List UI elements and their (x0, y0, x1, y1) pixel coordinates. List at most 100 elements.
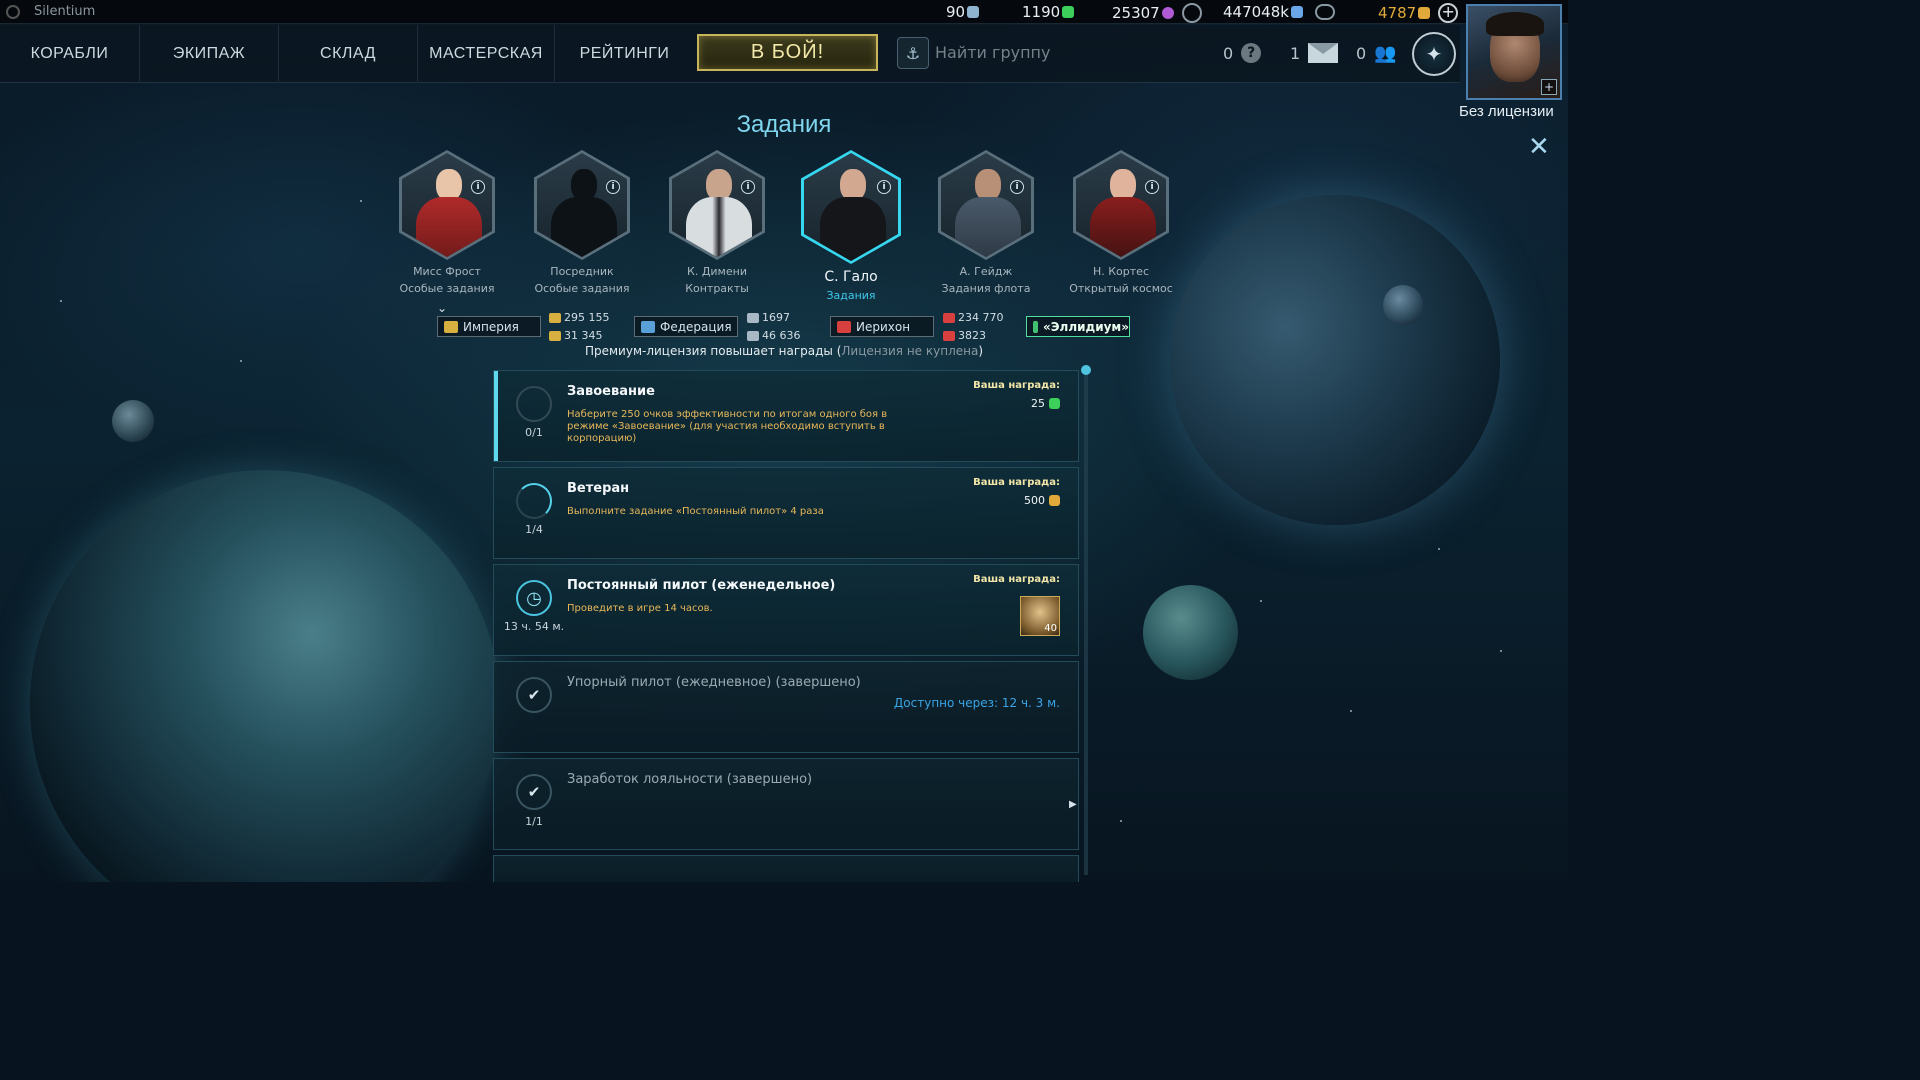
info-icon[interactable]: i (471, 180, 485, 194)
green-leaf-icon (1062, 6, 1075, 18)
star (60, 300, 62, 302)
faction-empire[interactable]: Империя (437, 316, 541, 337)
chevron-down-icon[interactable]: ⌄ (437, 301, 447, 315)
agent-card-selected[interactable]: i С. Гало Задания (786, 150, 916, 302)
agent-role: Открытый космос (1069, 282, 1173, 295)
resource-counter[interactable]: 1190 (1022, 3, 1075, 21)
chevron-right-icon[interactable]: ▶ (1069, 799, 1077, 810)
nav-ratings[interactable]: РЕЙТИНГИ (555, 25, 694, 83)
add-currency-icon[interactable]: + (1438, 3, 1459, 23)
friends-counter[interactable]: 0 👥 (1356, 43, 1397, 64)
progress-ring (516, 386, 552, 422)
agent-name: А. Гейдж (959, 265, 1013, 278)
nav-storage[interactable]: СКЛАД (279, 25, 418, 83)
star (1350, 710, 1352, 712)
faction-jericho[interactable]: Иерихон (830, 316, 934, 337)
faction-stat: 295 155 (549, 311, 610, 324)
friends-icon: 👥 (1374, 43, 1397, 64)
quest-title: Ветеран (567, 481, 630, 496)
star (240, 360, 242, 362)
main-navigation: КОРАБЛИ ЭКИПАЖ СКЛАД МАСТЕРСКАЯ РЕЙТИНГИ… (0, 25, 1460, 83)
agent-card[interactable]: i Мисс Фрост Особые задания (382, 150, 512, 295)
portrait-body (820, 197, 886, 261)
agent-portrait-frame: i (1073, 150, 1169, 260)
quest-description: Наберите 250 очков эффективности по итог… (567, 409, 888, 444)
app-logo-icon (6, 4, 20, 19)
faction-ellydium[interactable]: «Эллидиум» (1026, 316, 1130, 337)
mail-counter[interactable]: 1 (1290, 43, 1339, 63)
info-icon[interactable]: i (1010, 180, 1024, 194)
blue-credit-icon (1290, 6, 1303, 18)
nav-crew[interactable]: ЭКИПАЖ (140, 25, 279, 83)
settings-gear-icon[interactable] (1181, 3, 1202, 23)
quest-progress: 1/4 (525, 523, 543, 536)
agent-portrait-frame: i (534, 150, 630, 260)
quest-progress: 1/1 (525, 815, 543, 828)
nav-ships[interactable]: КОРАБЛИ (0, 25, 140, 83)
quest-progress: 0/1 (525, 426, 543, 439)
star (1260, 600, 1262, 602)
quest-item[interactable] (493, 855, 1079, 882)
star (1500, 650, 1502, 652)
reward-label: Ваша награда: (973, 574, 1060, 585)
agent-portrait-frame: i (801, 150, 901, 264)
agent-portrait-frame: i (669, 150, 765, 260)
reward-value: 25 (1031, 397, 1060, 410)
corporation-emblem-icon[interactable]: ✦ (1412, 32, 1456, 76)
info-icon[interactable]: i (877, 180, 891, 194)
agent-role: Задания флота (941, 282, 1031, 295)
planet (1143, 585, 1238, 680)
jericho-rank-icon (943, 312, 955, 323)
agent-card[interactable]: i К. Димени Контракты (652, 150, 782, 295)
scrollbar[interactable] (1084, 370, 1088, 875)
quest-item[interactable]: ✔ 1/1 Заработок лояльности (завершено) (493, 758, 1079, 850)
quest-item[interactable]: ✔ Упорный пилот (ежедневное) (завершено)… (493, 661, 1079, 753)
star (360, 200, 362, 202)
resource-counter[interactable]: 447048k (1223, 3, 1335, 21)
agent-name: С. Гало (824, 269, 878, 285)
jericho-loyalty-icon (943, 330, 955, 341)
pilot-avatar[interactable]: + (1466, 4, 1562, 100)
resource-counter[interactable]: 4787 + (1378, 3, 1459, 23)
mail-icon (1308, 43, 1339, 63)
faction-stat: 1697 (747, 311, 790, 324)
help-counter[interactable]: 0 ? (1223, 43, 1262, 63)
app-title: Silentium (34, 4, 96, 19)
resource-counter[interactable]: 90 (946, 3, 980, 21)
agent-card[interactable]: i Посредник Особые задания (517, 150, 647, 295)
quest-item[interactable]: 0/1 Завоевание Наберите 250 очков эффект… (493, 370, 1079, 462)
scrollbar-thumb[interactable] (1081, 365, 1091, 375)
federation-loyalty-icon (747, 330, 759, 341)
faction-federation[interactable]: Федерация (634, 316, 738, 337)
crystal-crate-icon[interactable]: 40 (1020, 596, 1060, 636)
find-group-link[interactable]: Найти группу (935, 43, 1050, 62)
empire-icon (444, 320, 458, 333)
portrait-body (1090, 197, 1156, 257)
faction-stat: 46 636 (747, 329, 801, 342)
federation-rank-icon (747, 312, 759, 323)
agent-role: Особые задания (534, 282, 630, 295)
help-icon: ? (1241, 43, 1262, 63)
nav-workshop[interactable]: МАСТЕРСКАЯ (418, 25, 555, 83)
empire-rank-icon (549, 312, 561, 323)
quest-item[interactable]: 1/4 Ветеран Выполните задание «Постоянны… (493, 467, 1079, 559)
quest-list[interactable]: 0/1 Завоевание Наберите 250 очков эффект… (493, 365, 1079, 882)
info-icon[interactable]: i (1145, 180, 1159, 194)
exchange-icon[interactable] (1314, 4, 1335, 20)
agent-portrait-frame: i (399, 150, 495, 260)
find-group-icon[interactable]: ⚓ (897, 37, 929, 69)
quest-item[interactable]: ◷ 13 ч. 54 м. Постоянный пилот (еженедел… (493, 564, 1079, 656)
resource-counter[interactable]: 25307 (1112, 3, 1202, 23)
info-icon[interactable]: i (741, 180, 755, 194)
battle-button[interactable]: В БОЙ! (697, 34, 878, 71)
clock-icon: ◷ (516, 580, 552, 616)
check-icon: ✔ (516, 677, 552, 713)
quest-title: Заработок лояльности (завершено) (567, 772, 813, 787)
agent-name: Мисс Фрост (413, 265, 481, 278)
agent-card[interactable]: i А. Гейдж Задания флота (921, 150, 1051, 295)
info-icon[interactable]: i (606, 180, 620, 194)
agent-card[interactable]: i Н. Кортес Открытый космос (1056, 150, 1186, 295)
planet (30, 470, 500, 882)
star (1438, 548, 1440, 550)
plus-icon[interactable]: + (1541, 79, 1557, 95)
